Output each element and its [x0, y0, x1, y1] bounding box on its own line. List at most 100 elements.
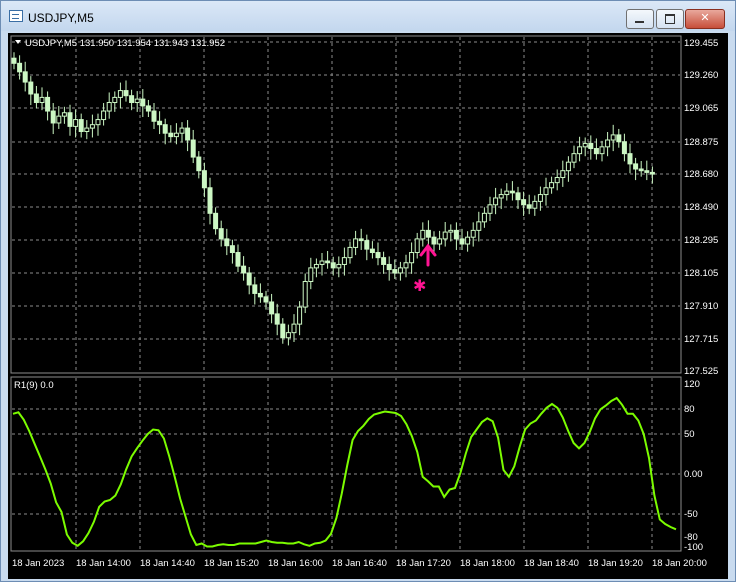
price-label: 129.455	[684, 38, 718, 49]
time-label: 18 Jan 19:20	[588, 558, 643, 569]
candle-body	[420, 229, 426, 240]
candle-body	[364, 240, 370, 250]
candle-body	[173, 132, 179, 138]
candle-body	[375, 252, 381, 259]
candle-body	[89, 124, 95, 129]
candle-body	[224, 238, 230, 247]
candle-body	[593, 148, 599, 155]
candle-body	[308, 267, 314, 283]
time-label: 18 Jan 14:40	[140, 558, 195, 569]
candle-body	[185, 127, 191, 141]
candle-body	[330, 262, 336, 269]
price-label: 128.875	[684, 137, 718, 148]
chart-canvas[interactable]: USDJPY,M5 131.950 131.954 131.943 131.95…	[8, 33, 728, 579]
candle-body	[465, 236, 471, 245]
time-label: 18 Jan 16:00	[268, 558, 323, 569]
candle-body	[565, 161, 571, 172]
candle-body	[414, 238, 420, 254]
indicator-line	[12, 396, 677, 548]
candle-body	[17, 62, 23, 73]
candle-body	[145, 105, 151, 112]
candle-body	[392, 269, 398, 274]
candle-body	[448, 229, 454, 233]
indicator-header: R1(9) 0.0	[14, 380, 54, 391]
symbol-header: USDJPY,M5 131.950 131.954 131.943 131.95…	[25, 38, 225, 49]
candle-body	[246, 272, 252, 286]
time-label: 18 Jan 17:20	[396, 558, 451, 569]
candle-body	[481, 212, 487, 223]
candle-body	[610, 134, 616, 141]
candle-body	[588, 142, 594, 150]
candle-body	[325, 260, 331, 264]
candle-body	[190, 139, 196, 158]
maximize-button[interactable]	[656, 9, 684, 29]
candle-body	[123, 90, 129, 97]
candle-body	[269, 301, 275, 315]
price-label: 128.105	[684, 268, 718, 279]
candle-body	[61, 112, 67, 117]
candle-body	[526, 204, 532, 209]
candle-body	[274, 313, 280, 325]
candle-body	[549, 182, 555, 189]
candle-body	[599, 146, 605, 155]
candle-body	[11, 57, 17, 64]
maximize-icon	[665, 14, 675, 24]
title-bar[interactable]: USDJPY,M5 ✕	[1, 1, 735, 31]
chart-window: USDJPY,M5 ✕ USDJPY,M5 131.950 131.954 13…	[0, 0, 736, 582]
candle-body	[285, 332, 291, 339]
candle-body	[140, 98, 146, 107]
minimize-button[interactable]	[626, 9, 654, 29]
candle-body	[487, 204, 493, 214]
indicator-series-line	[12, 396, 677, 548]
candle-body	[280, 323, 286, 339]
candle-body	[453, 229, 459, 240]
candle-body	[235, 252, 241, 267]
window-title: USDJPY,M5	[28, 11, 94, 25]
candle-body	[162, 124, 168, 134]
candle-body	[257, 292, 263, 298]
candle-body	[521, 199, 527, 206]
candle-body	[50, 110, 56, 124]
chart-area[interactable]: USDJPY,M5 131.950 131.954 131.943 131.95…	[8, 33, 728, 579]
candle-body	[358, 238, 364, 242]
time-label: 18 Jan 20:00	[652, 558, 707, 569]
candle-body	[442, 231, 448, 240]
candle-body	[22, 71, 28, 83]
candle-body	[627, 153, 633, 165]
candle-body	[168, 132, 174, 138]
candle-body	[504, 190, 510, 196]
candle-body	[403, 262, 409, 269]
candle-body	[605, 139, 611, 148]
candle-body	[157, 120, 163, 126]
candle-body	[218, 228, 224, 240]
price-label: 128.295	[684, 235, 718, 246]
main-panel-frame	[10, 35, 682, 374]
candle-body	[207, 187, 213, 214]
signal-star-icon: ✱	[413, 276, 426, 295]
candle-body	[151, 110, 157, 122]
price-label: 128.680	[684, 169, 718, 180]
candle-body	[302, 281, 308, 308]
candle-body	[459, 238, 465, 245]
candle-body	[425, 229, 431, 238]
candle-body	[409, 252, 415, 264]
candle-body	[386, 263, 392, 271]
candle-body	[129, 95, 135, 104]
candle-body	[537, 194, 543, 202]
candle-body	[241, 265, 247, 274]
price-label: 128.490	[684, 202, 718, 213]
indicator-level-label: 50	[684, 429, 695, 440]
candle-body	[582, 142, 588, 148]
price-label: 127.910	[684, 301, 718, 312]
candle-body	[201, 170, 207, 189]
candle-body	[397, 267, 403, 274]
candle-body	[28, 81, 34, 95]
candle-body	[67, 112, 73, 127]
candle-body	[33, 93, 39, 104]
candle-body	[84, 127, 90, 132]
candle-body	[470, 229, 476, 238]
price-label: 129.260	[684, 70, 718, 81]
indicator-level-label: 0.00	[684, 469, 703, 480]
candle-body	[56, 115, 62, 124]
close-button[interactable]: ✕	[685, 9, 725, 29]
